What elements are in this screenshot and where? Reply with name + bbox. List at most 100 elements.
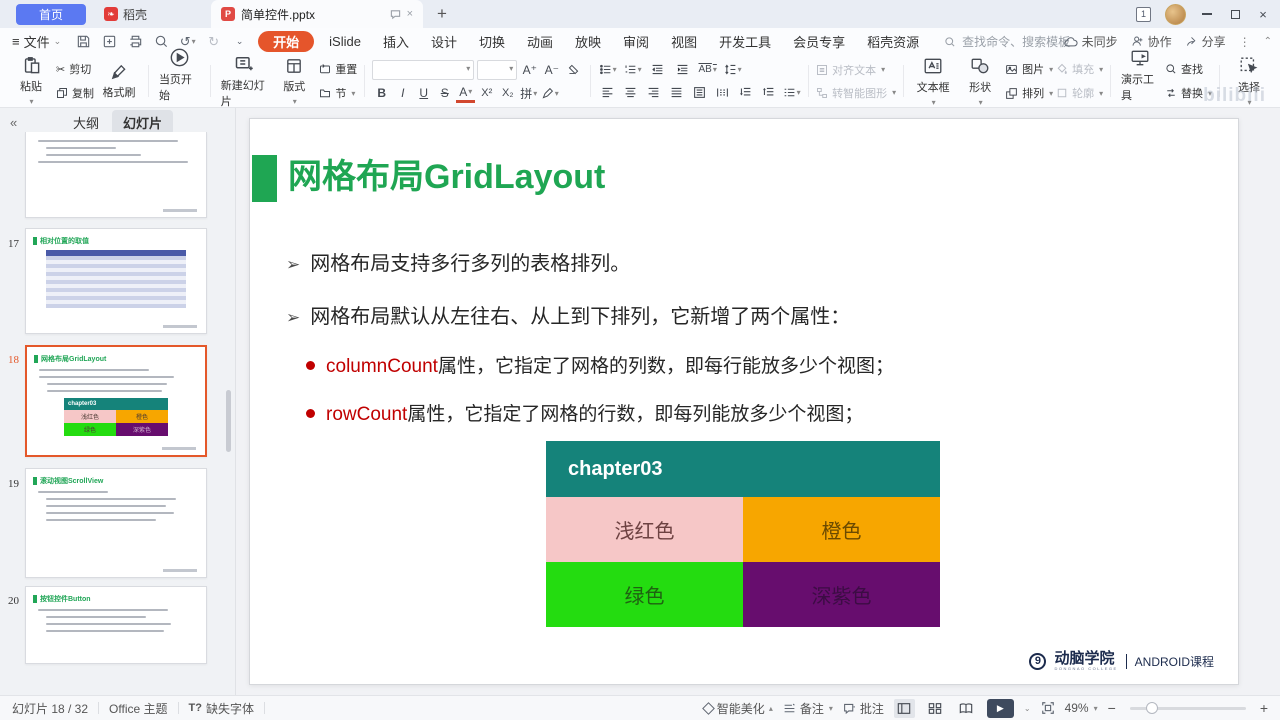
para-spacing-icon[interactable] [736,83,755,102]
theme-name[interactable]: Office 主题 [109,700,167,717]
collapse-ribbon-icon[interactable]: ⌃ [1264,36,1272,47]
more-commands-icon[interactable]: ⌄ [231,33,248,50]
font-name-combobox[interactable] [372,59,475,80]
increase-font-icon[interactable]: A⁺ [520,60,539,79]
align-center-icon[interactable] [621,83,640,102]
cut-button[interactable]: ✂ 剪切 [56,60,94,79]
format-painter-button[interactable]: 格式刷 [97,63,141,100]
presentation-tools-button[interactable]: 演示工具 [1118,48,1162,115]
gridlayout-diagram[interactable]: chapter03 浅红色 橙色 绿色 深紫色 [546,441,940,627]
tab-review[interactable]: 审阅 [612,32,660,51]
strikethrough-button[interactable]: S [435,84,454,103]
zoom-in-button[interactable]: + [1260,700,1268,716]
italic-button[interactable]: I [393,84,412,103]
fit-slide-icon[interactable] [1041,701,1055,715]
close-window-button[interactable]: × [1256,7,1270,22]
distribute-icon[interactable] [690,83,709,102]
increase-indent-icon[interactable] [673,60,692,79]
more-options-icon[interactable]: ⋮ [1239,35,1251,49]
highlight-button[interactable] [540,84,559,103]
section-button[interactable]: 节 [319,84,357,103]
document-tab[interactable]: P 简单控件.pptx × [211,0,424,28]
list-settings-icon[interactable] [782,83,801,102]
notes-button[interactable]: 备注 [783,700,833,717]
export-icon[interactable] [101,33,118,50]
picture-button[interactable]: 图片 [1005,60,1053,79]
find-button[interactable]: 查找 [1165,60,1212,79]
slide-thumbnail-17[interactable]: 相对位置的取值 [25,228,207,334]
play-options-icon[interactable]: ⌄ [1024,704,1031,713]
slide-title[interactable]: 网格布局GridLayout [288,149,605,198]
save-icon[interactable] [75,33,92,50]
zoom-out-button[interactable]: − [1108,700,1116,716]
numbering-icon[interactable] [623,60,642,79]
tab-transition[interactable]: 切换 [468,32,516,51]
select-button[interactable]: 选择 [1227,56,1271,107]
normal-view-button[interactable] [893,698,915,718]
slides-tab[interactable]: 幻灯片 [112,109,174,135]
zoom-slider-knob[interactable] [1145,701,1158,714]
docer-tab[interactable]: ❧ 稻壳 [86,0,165,28]
tab-islide[interactable]: iSlide [318,34,372,49]
tab-design[interactable]: 设计 [420,32,468,51]
smart-beautify-button[interactable]: 智能美化 ▴ [701,700,773,717]
new-tab-button[interactable]: + [437,4,447,24]
slide-sorter-view-button[interactable] [925,699,946,718]
missing-font-warning[interactable]: T? 缺失字体 [189,700,254,717]
close-document-icon[interactable]: × [407,8,413,20]
play-from-current-button[interactable]: 当页开始 [156,47,203,115]
left-right-spacing-icon[interactable] [759,83,778,102]
justify-icon[interactable] [667,83,686,102]
copy-button[interactable]: 复制 [56,84,94,103]
tab-docer-resources[interactable]: 稻壳资源 [856,32,930,51]
slide-canvas[interactable]: 网格布局GridLayout ➢ 网格布局支持多行多列的表格排列。 ➢ 网格布局默认… [249,118,1239,685]
tab-insert[interactable]: 插入 [372,32,420,51]
restore-button[interactable] [1228,7,1242,21]
collapse-panel-button[interactable]: « [10,115,17,130]
sidebar-scrollbar[interactable] [226,390,231,452]
tab-member[interactable]: 会员专享 [782,32,856,51]
window-count-badge[interactable]: 1 [1136,6,1151,22]
slide-thumbnail-18-selected[interactable]: 网格布局GridLayout chapter03 浅红色 橙色 绿色 深紫色 [25,345,207,457]
reading-view-button[interactable] [956,699,977,718]
text-direction-icon[interactable]: AB [698,60,717,79]
subscript-button[interactable]: X₂ [498,84,517,103]
paste-button[interactable]: 粘贴 [9,56,53,106]
slide-sub-bullet-1[interactable]: columnCount属性，它指定了网格的列数，即每行能放多少个视图； [306,351,894,378]
zoom-level[interactable]: 49% [1065,701,1098,715]
new-slide-button[interactable]: 新建幻灯片 [218,54,270,109]
tab-animation[interactable]: 动画 [516,32,564,51]
superscript-button[interactable]: X² [477,84,496,103]
align-left-icon[interactable] [598,83,617,102]
underline-button[interactable]: U [414,84,433,103]
sync-status[interactable]: 未同步 [1063,33,1118,50]
tab-slideshow[interactable]: 放映 [564,32,612,51]
arrange-button[interactable]: 排列 [1005,84,1053,103]
outline-tab[interactable]: 大纲 [62,110,110,135]
comments-button[interactable]: 批注 [843,700,884,717]
line-spacing-icon[interactable] [723,60,742,79]
slideshow-play-button[interactable]: ▶ [986,698,1014,718]
textbox-button[interactable]: 文本框 [911,56,955,107]
decrease-indent-icon[interactable] [648,60,667,79]
zoom-slider[interactable] [1129,701,1246,714]
reset-button[interactable]: 重置 [319,60,357,79]
tab-developer[interactable]: 开发工具 [708,32,782,51]
bullets-icon[interactable] [598,60,617,79]
decrease-font-icon[interactable]: A⁻ [542,60,561,79]
print-icon[interactable] [127,33,144,50]
bold-button[interactable]: B [372,84,391,103]
columns-icon[interactable] [713,83,732,102]
replace-button[interactable]: 替换 [1165,84,1212,103]
command-search[interactable]: 查找命令、搜索模板 [944,33,1070,50]
slide-thumbnail-19[interactable]: 滚动视图ScrollView [25,468,207,578]
font-color-button[interactable]: A [456,84,476,103]
comment-bubble-icon[interactable] [390,9,401,20]
slide-thumbnail-16[interactable] [25,132,207,218]
font-size-combobox[interactable] [477,59,518,80]
tab-view[interactable]: 视图 [660,32,708,51]
align-right-icon[interactable] [644,83,663,102]
shapes-button[interactable]: 形状 [958,56,1002,107]
slide-bullet-2[interactable]: ➢ 网格布局默认从左往右、从上到下排列，它新增了两个属性： [286,300,850,329]
share-button[interactable]: 分享 [1185,33,1226,50]
